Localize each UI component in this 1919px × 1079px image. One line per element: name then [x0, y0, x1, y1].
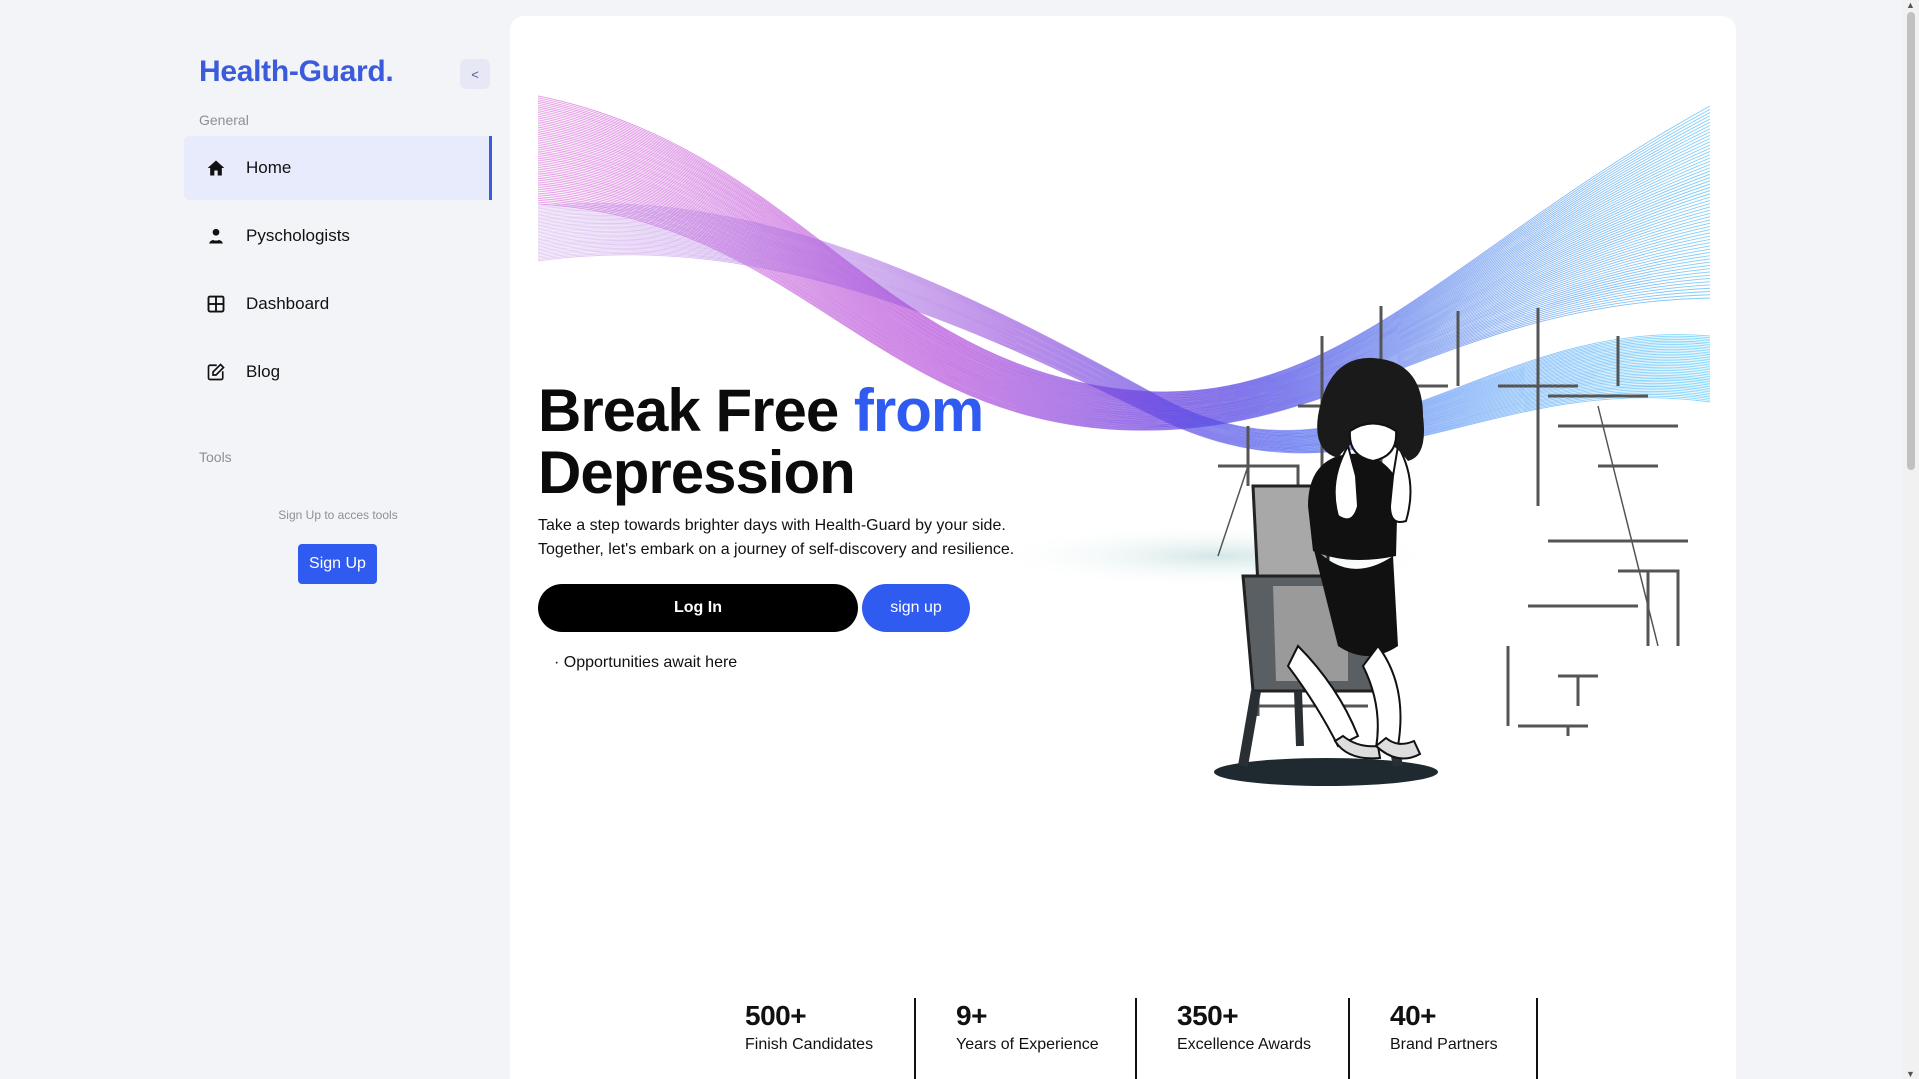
hero-description: Take a step towards brighter days with H…	[538, 517, 1015, 558]
sidebar-item-label: Blog	[246, 362, 281, 381]
section-label-tools: Tools	[199, 449, 232, 465]
scroll-down-arrow-icon[interactable]: ▼	[1905, 1069, 1916, 1079]
stat-value: 40+	[1390, 1000, 1436, 1031]
stat-value: 9+	[956, 1000, 987, 1031]
stat-label: Finish Candidates	[745, 1036, 874, 1053]
hero-title-part2: Depression	[538, 439, 856, 506]
tools-note: Sign Up to acces tools	[278, 508, 398, 522]
stats-bar: 500+ Finish Candidates 9+ Years of Exper…	[510, 998, 1736, 1079]
stat-item: 500+ Finish Candidates	[745, 1000, 873, 1054]
signup-button[interactable]: sign up	[862, 584, 970, 632]
opportunities-note: · Opportunities await here	[554, 654, 738, 671]
sidebar-item-label: Home	[246, 158, 292, 177]
sidebar: Health-Guard. < General Home Pyschologis…	[0, 0, 500, 1079]
stat-item: 350+ Excellence Awards	[1177, 1000, 1311, 1054]
sidebar-signup-button[interactable]: Sign Up	[298, 544, 377, 584]
stat-label: Excellence Awards	[1177, 1036, 1311, 1053]
hero-title-part1: Break Free	[538, 377, 854, 444]
stat-label: Brand Partners	[1390, 1036, 1498, 1053]
stat-divider	[1348, 998, 1350, 1079]
hero-title: Break Free from Depression	[538, 377, 984, 506]
stat-item: 40+ Brand Partners	[1390, 1000, 1498, 1054]
stat-divider	[1536, 998, 1538, 1079]
main-content: Break Free from Depression Take a step t…	[510, 16, 1736, 1079]
login-button[interactable]: Log In	[538, 584, 858, 632]
scroll-thumb[interactable]	[1907, 12, 1915, 470]
stat-value: 500+	[745, 1000, 807, 1031]
user-icon	[204, 224, 228, 248]
sidebar-item-blog[interactable]: Blog	[184, 340, 492, 404]
section-label-general: General	[199, 112, 249, 128]
stat-value: 350+	[1177, 1000, 1239, 1031]
sidebar-item-label: Dashboard	[246, 294, 330, 313]
brand-logo[interactable]: Health-Guard.	[199, 55, 394, 89]
app-window: Health-Guard. < General Home Pyschologis…	[0, 0, 1919, 1079]
stat-divider	[1135, 998, 1137, 1079]
home-icon	[204, 156, 228, 180]
sidebar-item-home[interactable]: Home	[184, 136, 492, 200]
hero-title-accent: from	[853, 377, 984, 444]
collapse-sidebar-button[interactable]: <	[460, 59, 490, 89]
stat-divider	[914, 998, 916, 1079]
sidebar-item-dashboard[interactable]: Dashboard	[184, 272, 492, 336]
scroll-up-arrow-icon[interactable]: ▲	[1905, 0, 1916, 10]
stat-item: 9+ Years of Experience	[956, 1000, 1099, 1054]
edit-icon	[204, 360, 228, 384]
stat-label: Years of Experience	[956, 1036, 1099, 1053]
sidebar-item-label: Pyschologists	[246, 226, 350, 245]
grid-icon	[204, 292, 228, 316]
sidebar-item-psychologists[interactable]: Pyschologists	[184, 204, 492, 268]
page-scrollbar[interactable]: ▲ ▼	[1902, 0, 1919, 1079]
